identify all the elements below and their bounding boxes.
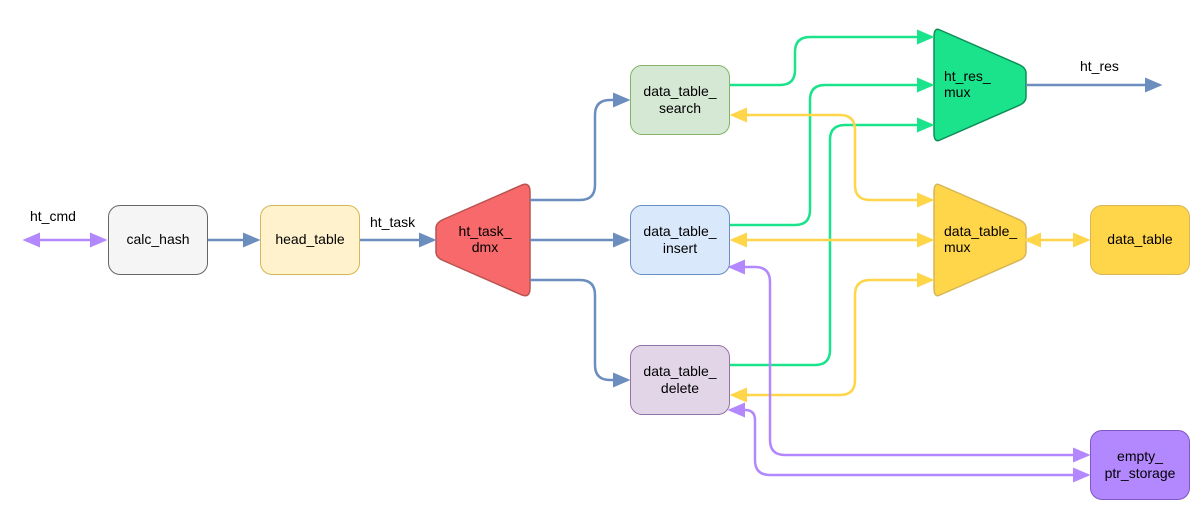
edge-search-dtmux [732,115,932,200]
node-calc-hash: calc_hash [108,205,208,275]
node-data-table-label: data_table [1107,231,1172,249]
node-data-table-mux-label: data_table_mux [944,223,1024,255]
node-empty-ptr-storage: empty_ptr_storage [1090,430,1190,500]
label-ht-cmd: ht_cmd [30,208,76,224]
node-data-table-delete-label: data_table_delete [643,363,716,398]
edge-delete-resmux [730,125,932,365]
node-data-table-insert: data_table_insert [630,205,730,275]
node-data-table-search-label: data_table_search [643,83,716,118]
node-ht-res-mux-label: ht_res_mux [944,68,1014,100]
node-head-table: head_table [260,205,360,275]
node-data-table-delete: data_table_delete [630,345,730,415]
node-data-table-insert-label: data_table_insert [643,223,716,258]
label-ht-task: ht_task [370,214,415,230]
node-data-table: data_table [1090,205,1190,275]
node-head-table-label: head_table [275,231,344,249]
label-ht-res: ht_res [1080,58,1119,74]
edge-dmx-delete [530,280,628,380]
edge-dmx-search [530,100,628,200]
edge-delete-dtmux [732,280,932,395]
node-empty-ptr-storage-label: empty_ptr_storage [1105,448,1176,483]
edge-insert-resmux [730,85,932,225]
edge-insert-eps [730,267,1088,455]
edge-search-resmux [730,37,932,85]
node-calc-hash-label: calc_hash [126,231,189,249]
edge-delete-eps [730,410,1088,475]
diagram-stage: ht_cmd ht_task ht_res calc_hash head_tab… [0,0,1202,510]
node-data-table-search: data_table_search [630,65,730,135]
node-ht-task-dmx-label: ht_task_dmx [450,223,520,255]
